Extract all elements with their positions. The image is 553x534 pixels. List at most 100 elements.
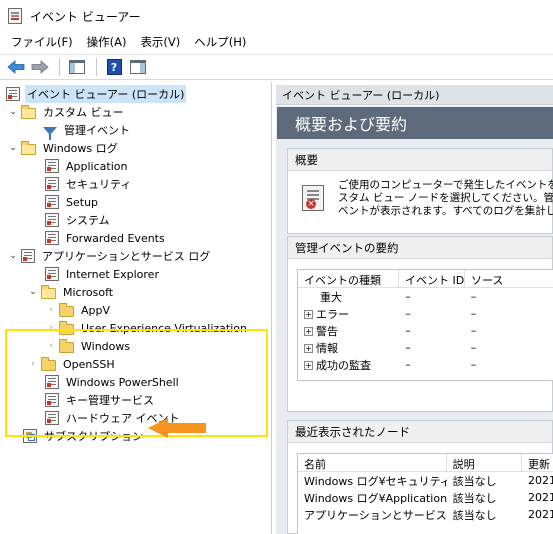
tree-item-key-management[interactable]: キー管理サービス	[0, 391, 270, 409]
column-header-updated[interactable]: 更新	[522, 454, 553, 471]
tree-item-forwarded-events[interactable]: Forwarded Events	[0, 229, 270, 247]
arrow-annotation-icon	[148, 418, 206, 438]
cell-id: –	[405, 324, 411, 337]
tree-item-appv[interactable]: › AppV	[0, 301, 270, 319]
toolbar-separator	[59, 58, 60, 76]
log-icon	[45, 159, 59, 173]
menu-view[interactable]: 表示(V)	[133, 34, 187, 50]
overview-body: ご使用のコンピューターで発生したイベントを表 スタム ビュー ノードを選択してく…	[288, 171, 553, 231]
forward-button[interactable]	[29, 57, 51, 77]
arrow-left-icon	[7, 60, 25, 74]
chevron-right-icon[interactable]: ›	[28, 359, 38, 369]
chevron-down-icon[interactable]: ⌄	[8, 107, 18, 117]
table-row[interactable]: Windows ログ¥セキュリティ 該当なし 2021	[298, 472, 553, 489]
tree-item-root[interactable]: イベント ビューアー (ローカル)	[0, 85, 270, 103]
folder-icon	[21, 104, 36, 119]
show-hide-console-tree-button[interactable]	[66, 57, 88, 77]
table-row[interactable]: + エラー – –	[298, 305, 553, 322]
cell-source: –	[470, 341, 477, 354]
tree-item-security[interactable]: セキュリティ	[0, 175, 270, 193]
back-button[interactable]	[5, 57, 27, 77]
tree-item-windows-powershell[interactable]: Windows PowerShell	[0, 373, 270, 391]
tree-item-label: システム	[66, 214, 110, 227]
column-header-source[interactable]: ソース	[465, 270, 553, 287]
overview-heading[interactable]: 概要	[288, 149, 552, 171]
event-viewer-app-icon	[8, 8, 22, 24]
folder-icon	[59, 320, 74, 335]
tree-item-hardware-events[interactable]: ハードウェア イベント	[0, 409, 270, 427]
window-title: イベント ビューアー	[30, 9, 141, 24]
chevron-right-icon[interactable]: ›	[46, 341, 56, 351]
column-header-description[interactable]: 説明	[447, 454, 522, 471]
chevron-right-icon[interactable]: ›	[46, 305, 56, 315]
folder-icon	[21, 140, 36, 155]
tree-item-label: サブスクリプション	[44, 430, 143, 443]
log-icon	[45, 375, 59, 389]
tree-item-system[interactable]: システム	[0, 211, 270, 229]
tree-item-apps-services-logs[interactable]: ⌄ アプリケーションとサービス ログ	[0, 247, 270, 265]
tree-item-openssh[interactable]: › OpenSSH	[0, 355, 270, 373]
table-row[interactable]: + 成功の監査 – –	[298, 356, 553, 373]
cell-id: –	[405, 290, 411, 303]
help-button[interactable]: ?	[103, 57, 125, 77]
tree-item-label: Microsoft	[63, 285, 114, 299]
chevron-down-icon[interactable]: ⌄	[28, 287, 38, 297]
toolbar-separator	[96, 58, 97, 76]
cell-type: 情報	[316, 341, 338, 355]
cell-description: 該当なし	[452, 508, 497, 522]
summary-heading[interactable]: 管理イベントの要約	[288, 237, 552, 259]
tree-item-application[interactable]: Application	[0, 157, 270, 175]
table-row[interactable]: アプリケーションとサービス ログ... 該当なし 2021	[298, 506, 553, 523]
column-header-name[interactable]: 名前	[298, 454, 447, 471]
title-bar: イベント ビューアー	[0, 0, 553, 32]
table-row[interactable]: + 警告 – –	[298, 322, 553, 339]
tree-item-admin-events[interactable]: 管理イベント	[0, 121, 270, 140]
chevron-down-icon[interactable]: ⌄	[8, 251, 18, 261]
show-hide-action-pane-button[interactable]	[127, 57, 149, 77]
arrow-right-icon	[31, 60, 49, 74]
expand-icon[interactable]: +	[304, 361, 313, 370]
table-row[interactable]: + 情報 – –	[298, 339, 553, 356]
cell-type: 成功の監査	[316, 358, 371, 372]
menu-file[interactable]: ファイル(F)	[4, 34, 80, 50]
tree-item-windows[interactable]: › Windows	[0, 337, 270, 355]
expand-icon[interactable]: +	[304, 344, 313, 353]
tree-item-custom-views[interactable]: ⌄ カスタム ビュー	[0, 103, 270, 121]
tree-item-subscriptions[interactable]: サブスクリプション	[0, 427, 270, 445]
page-title: 概要および要約	[277, 107, 553, 139]
tree-item-windows-logs[interactable]: ⌄ Windows ログ	[0, 139, 270, 157]
recent-heading[interactable]: 最近表示されたノード	[288, 421, 552, 443]
tree-item-label: セキュリティ	[66, 178, 132, 191]
tree-item-label: カスタム ビュー	[43, 106, 124, 119]
chevron-down-icon[interactable]: ⌄	[8, 143, 18, 153]
column-header-event-id[interactable]: イベント ID	[399, 270, 465, 287]
folder-icon	[59, 338, 74, 353]
tree-item-label: 管理イベント	[64, 124, 130, 137]
tree-item-internet-explorer[interactable]: Internet Explorer	[0, 265, 270, 283]
menu-action[interactable]: 操作(A)	[80, 34, 134, 50]
log-icon	[45, 267, 59, 281]
column-header-type[interactable]: イベントの種類	[298, 270, 399, 287]
cell-name: Windows ログ¥セキュリティ	[304, 474, 447, 488]
tree-item-label: アプリケーションとサービス ログ	[42, 250, 211, 263]
tree-item-microsoft[interactable]: ⌄ Microsoft	[0, 283, 270, 301]
cell-type: 重大	[320, 290, 342, 304]
menu-bar: ファイル(F) 操作(A) 表示(V) ヘルプ(H)	[0, 32, 553, 52]
overview-text: ご使用のコンピューターで発生したイベントを表 スタム ビュー ノードを選択してく…	[338, 179, 553, 218]
folder-icon	[41, 284, 56, 299]
overview-line: ベントが表示されます。すべてのログを集計し	[338, 205, 553, 217]
tree-item-uev[interactable]: › User Experience Virtualization	[0, 319, 270, 337]
expand-icon[interactable]: +	[304, 327, 313, 336]
folder-icon	[41, 356, 56, 371]
tree-item-setup[interactable]: Setup	[0, 193, 270, 211]
cell-description: 該当なし	[452, 491, 497, 505]
table-row[interactable]: Windows ログ¥Application 該当なし 2021	[298, 489, 553, 506]
cell-updated: 2021	[528, 474, 553, 487]
recent-table: 名前 説明 更新 Windows ログ¥セキュリティ 該当なし 2021 Win…	[297, 453, 553, 534]
cell-source: –	[470, 290, 477, 303]
expand-icon[interactable]: +	[304, 310, 313, 319]
table-row[interactable]: 重大 – –	[298, 288, 553, 305]
menu-help[interactable]: ヘルプ(H)	[187, 34, 253, 50]
chevron-right-icon[interactable]: ›	[46, 323, 56, 333]
cell-source: –	[470, 358, 477, 371]
